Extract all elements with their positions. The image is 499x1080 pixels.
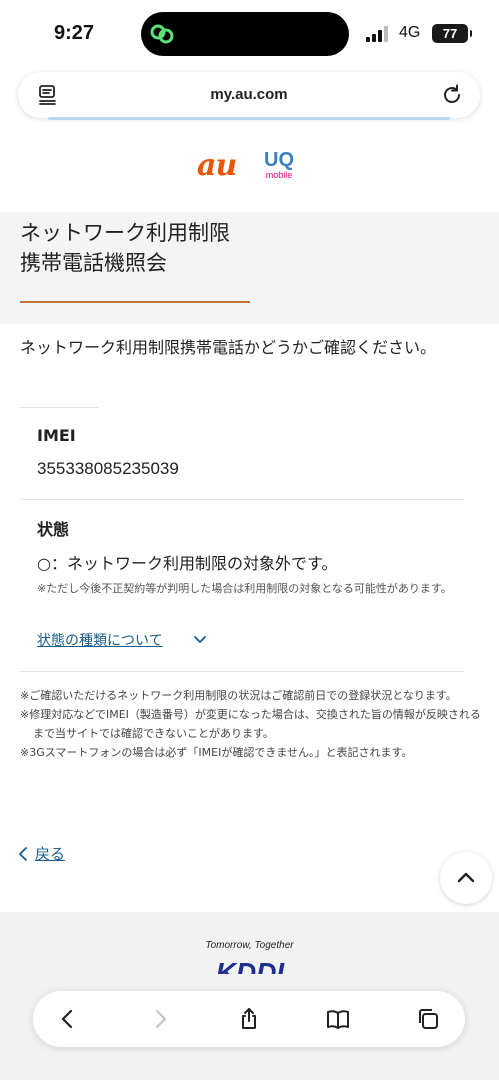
title-block: ネットワーク利用制限 携帯電話機照会 xyxy=(0,212,499,324)
network-type: 4G xyxy=(399,24,421,41)
uq-logo-sub: mobile xyxy=(265,170,293,180)
browser-toolbar xyxy=(33,991,465,1047)
address-bar[interactable]: my.au.com xyxy=(18,72,480,120)
page-title-line-2: 携帯電話機照会 xyxy=(20,251,167,275)
note-item: ※ご確認いただけるネットワーク利用制限の状況はご確認前日での登録状況となります。 xyxy=(20,689,457,702)
imei-value: 355338085235039 xyxy=(37,459,179,478)
notes-list: ※ご確認いただけるネットワーク利用制限の状況はご確認前日での登録状況となります。… xyxy=(20,686,482,762)
dynamic-island[interactable] xyxy=(141,12,349,56)
battery-icon: 77 xyxy=(432,24,472,43)
imei-label: IMEI xyxy=(37,426,76,445)
footer-tagline: Tomorrow, Together xyxy=(205,940,294,951)
signal-icon xyxy=(366,26,388,42)
status-types-link[interactable]: 状態の種類について xyxy=(37,630,163,650)
divider xyxy=(20,671,464,672)
back-link-text[interactable]: 戻る xyxy=(35,845,65,863)
note-item: ※3Gスマートフォンの場合は必ず「IMEIが確認できません。」と表記されます。 xyxy=(20,746,413,759)
chevron-right-icon[interactable] xyxy=(148,1007,172,1031)
au-logo: au xyxy=(197,148,237,183)
divider xyxy=(20,499,464,500)
kddi-logo: KDDI xyxy=(216,957,286,974)
status-time: 9:27 xyxy=(54,22,95,44)
chevron-left-icon xyxy=(19,846,27,861)
intro-text: ネットワーク利用制限携帯電話かどうかご確認ください。 xyxy=(20,338,437,357)
title-underline xyxy=(20,301,250,303)
reload-icon[interactable] xyxy=(440,83,464,107)
note-item: ※修理対応などでIMEI（製造番号）が変更になった場合は、交換された旨の情報が反… xyxy=(20,708,481,740)
uq-logo-main: UQ xyxy=(264,149,294,171)
status-bar: 9:27 4G 77 xyxy=(0,0,499,68)
scroll-to-top-button[interactable] xyxy=(440,852,492,904)
tabs-icon[interactable] xyxy=(416,1007,440,1031)
uq-mobile-logo: UQ mobile xyxy=(262,150,296,180)
status-value: ○：ネットワーク利用制限の対象外です。 xyxy=(37,554,338,573)
divider xyxy=(20,407,99,408)
book-icon[interactable] xyxy=(326,1007,350,1031)
page-title: ネットワーク利用制限 携帯電話機照会 xyxy=(20,218,230,278)
chevron-left-icon[interactable] xyxy=(56,1007,80,1031)
status-label: 状態 xyxy=(37,520,70,539)
chevron-down-icon[interactable] xyxy=(193,635,207,645)
chevron-up-icon xyxy=(457,872,475,883)
back-link[interactable]: 戻る xyxy=(18,843,65,864)
share-icon[interactable] xyxy=(237,1007,261,1031)
address-url[interactable]: my.au.com xyxy=(18,86,480,103)
link-icon xyxy=(150,24,174,44)
page-title-line-1: ネットワーク利用制限 xyxy=(20,221,230,245)
kddi-logo-text: KDDI xyxy=(216,957,286,974)
status-note: ※ただし今後不正契約等が判明した場合は利用制限の対象となる可能性があります。 xyxy=(37,582,452,595)
